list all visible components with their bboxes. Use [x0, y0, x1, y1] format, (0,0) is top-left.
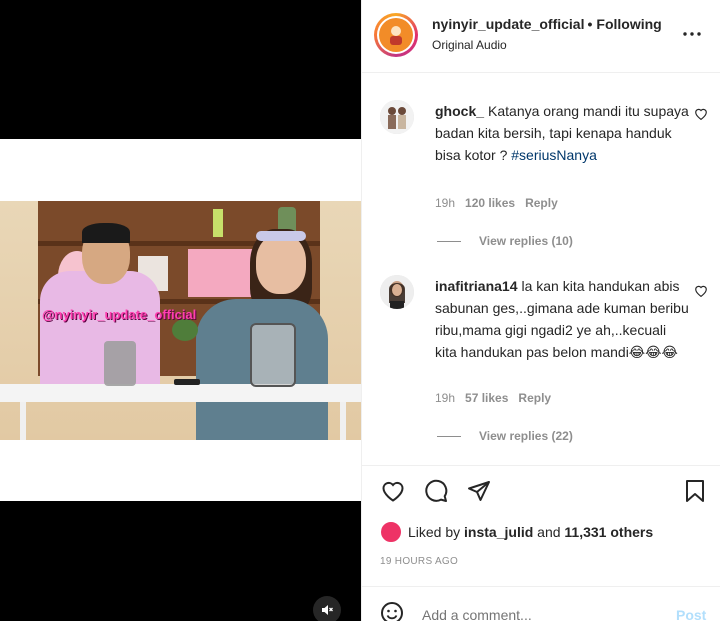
share-icon[interactable]	[466, 478, 492, 504]
separator-dot: •	[587, 16, 593, 32]
view-replies-label: View replies (10)	[479, 234, 573, 248]
reply-button[interactable]: Reply	[525, 196, 558, 210]
avatar[interactable]	[374, 13, 418, 57]
view-replies-button[interactable]: View replies (10)	[437, 234, 573, 248]
liked-by-prefix: Liked by	[408, 524, 461, 540]
add-comment-bar: Post	[362, 586, 720, 621]
video-player[interactable]: @nyinyir_update_official	[0, 0, 361, 621]
likes-summary: Liked by insta_julid and 11,331 others	[380, 521, 653, 543]
comment-meta: 19h 120 likes Reply	[435, 196, 568, 210]
comment-icon[interactable]	[423, 478, 449, 504]
comment-likes[interactable]: 120 likes	[465, 196, 515, 210]
post-username[interactable]: nyinyir_update_official	[432, 16, 584, 32]
view-replies-button[interactable]: View replies (22)	[437, 429, 573, 443]
comment-username[interactable]: ghock_	[435, 103, 484, 119]
comment-text: inafitriana14 la kan kita handukan abis s…	[435, 275, 690, 363]
muted-speaker-icon[interactable]	[313, 596, 341, 621]
comment-meta: 19h 57 likes Reply	[435, 391, 561, 405]
comment-avatar[interactable]	[380, 275, 414, 309]
comment-text: ghock_ Katanya orang mandi itu supaya bad…	[435, 100, 690, 166]
liker-avatar[interactable]	[380, 521, 402, 543]
post-header: nyinyir_update_official • Following Origin…	[362, 0, 720, 73]
comment-input[interactable]	[422, 607, 652, 621]
view-replies-label: View replies (22)	[479, 429, 573, 443]
post-timestamp: 19 HOURS AGO	[380, 556, 459, 567]
heart-icon[interactable]	[694, 284, 710, 300]
post-panel: nyinyir_update_official • Following Origin…	[361, 0, 720, 621]
emoji-icon[interactable]	[380, 601, 406, 621]
following-button[interactable]: Following	[596, 16, 661, 32]
comment-likes[interactable]: 57 likes	[465, 391, 508, 405]
post-button[interactable]: Post	[676, 607, 706, 621]
man-figure	[40, 271, 160, 391]
reply-button[interactable]: Reply	[518, 391, 551, 405]
comment-time: 19h	[435, 391, 456, 405]
action-bar	[362, 465, 720, 515]
video-watermark: @nyinyir_update_official	[42, 307, 197, 322]
comment-hashtag[interactable]: #seriusNanya	[511, 147, 597, 163]
likes-others-count[interactable]: 11,331 others	[564, 524, 653, 540]
liker-username[interactable]: insta_julid	[464, 524, 533, 540]
comment-username[interactable]: inafitriana14	[435, 278, 517, 294]
comment-time: 19h	[435, 196, 456, 210]
heart-icon[interactable]	[380, 478, 406, 504]
heart-icon[interactable]	[694, 107, 710, 123]
liked-by-and: and	[537, 524, 561, 540]
table	[0, 384, 361, 402]
video-frame: @nyinyir_update_official	[0, 201, 361, 440]
more-options-icon[interactable]	[680, 22, 704, 46]
audio-label[interactable]: Original Audio	[432, 38, 507, 52]
comment-avatar[interactable]	[380, 100, 414, 134]
bookmark-icon[interactable]	[682, 478, 708, 504]
